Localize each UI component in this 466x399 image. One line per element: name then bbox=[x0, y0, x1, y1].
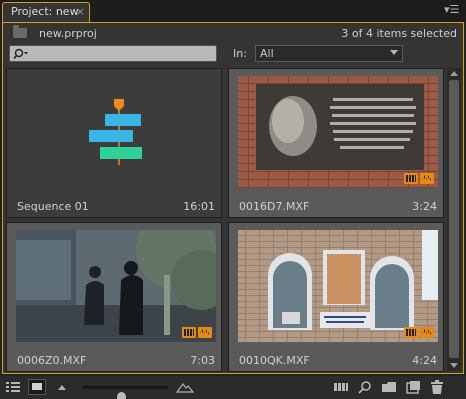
project-name: new.prproj bbox=[39, 27, 97, 40]
item-grid: Sequence 01 16:01 0016D7.MXF 3:24 0006Z0… bbox=[6, 68, 444, 372]
filter-label: In: bbox=[233, 47, 247, 60]
new-item-icon[interactable] bbox=[404, 379, 422, 395]
scroll-down-icon[interactable] bbox=[450, 363, 458, 368]
media-badges bbox=[404, 327, 434, 338]
clip-thumbnail bbox=[238, 230, 438, 342]
panel-menu-icon[interactable]: ▾☰ bbox=[444, 4, 460, 16]
vertical-scrollbar[interactable] bbox=[447, 68, 461, 371]
chevron-down-icon bbox=[390, 50, 398, 55]
new-bin-icon[interactable] bbox=[380, 379, 398, 395]
zoom-slider[interactable] bbox=[82, 386, 168, 399]
item-tile-clip[interactable]: 0016D7.MXF 3:24 bbox=[228, 68, 444, 218]
clip-thumbnail bbox=[16, 230, 216, 342]
item-duration: 16:01 bbox=[183, 200, 215, 213]
item-name: 0006Z0.MXF bbox=[17, 354, 87, 367]
list-view-button[interactable] bbox=[4, 379, 22, 395]
selection-status: 3 of 4 items selected bbox=[341, 27, 457, 40]
project-panel: new.prproj 3 of 4 items selected In: All bbox=[2, 22, 464, 374]
item-duration: 7:03 bbox=[190, 354, 215, 367]
sequence-icon bbox=[89, 99, 142, 165]
search-row: In: All bbox=[3, 45, 463, 65]
tab-project[interactable]: Project: new × bbox=[2, 2, 90, 22]
search-input[interactable] bbox=[9, 45, 217, 62]
audio-badge-icon bbox=[420, 173, 434, 184]
close-icon[interactable]: × bbox=[76, 5, 85, 18]
zoom-in-icon[interactable] bbox=[176, 381, 194, 393]
folder-icon bbox=[13, 25, 27, 38]
zoom-slider-knob[interactable] bbox=[117, 392, 126, 399]
item-tile-sequence[interactable]: Sequence 01 16:01 bbox=[6, 68, 222, 218]
filter-selected-value: All bbox=[260, 47, 274, 60]
find-icon[interactable] bbox=[356, 379, 374, 395]
bottom-toolbar bbox=[0, 376, 466, 399]
item-name: 0010QK.MXF bbox=[239, 354, 310, 367]
item-name: Sequence 01 bbox=[17, 200, 89, 213]
zoom-out-icon[interactable] bbox=[57, 383, 67, 391]
project-info-row: new.prproj 3 of 4 items selected bbox=[3, 25, 463, 43]
item-duration: 3:24 bbox=[412, 200, 437, 213]
list-view-icon bbox=[6, 382, 20, 392]
item-duration: 4:24 bbox=[412, 354, 437, 367]
audio-badge-icon bbox=[198, 327, 212, 338]
media-badges bbox=[182, 327, 212, 338]
video-badge-icon bbox=[404, 173, 418, 184]
scroll-thumb[interactable] bbox=[449, 80, 459, 358]
video-badge-icon bbox=[404, 327, 418, 338]
filter-select[interactable]: All bbox=[255, 45, 403, 62]
item-tile-clip[interactable]: 0006Z0.MXF 7:03 bbox=[6, 222, 222, 372]
scroll-up-icon[interactable] bbox=[450, 71, 458, 76]
media-badges bbox=[404, 173, 434, 184]
search-icon[interactable] bbox=[13, 47, 31, 61]
audio-badge-icon bbox=[420, 327, 434, 338]
icon-view-button[interactable] bbox=[28, 379, 46, 395]
icon-view-icon bbox=[32, 383, 42, 390]
tab-title: Project: new bbox=[11, 5, 79, 18]
item-name: 0016D7.MXF bbox=[239, 200, 310, 213]
clip-thumbnail bbox=[238, 76, 438, 188]
delete-icon[interactable] bbox=[428, 379, 446, 395]
automate-to-sequence-icon[interactable] bbox=[332, 379, 350, 395]
item-tile-clip[interactable]: 0010QK.MXF 4:24 bbox=[228, 222, 444, 372]
panel-tab-bar: Project: new × ▾☰ bbox=[0, 0, 466, 22]
video-badge-icon bbox=[182, 327, 196, 338]
